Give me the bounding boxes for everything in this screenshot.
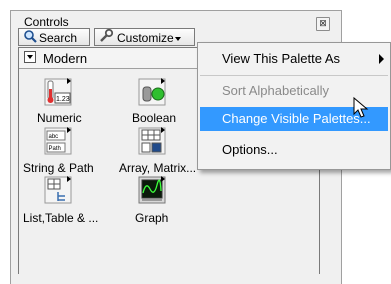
palette-label-numeric: Numeric — [37, 111, 82, 125]
palette-label-array-matrix: Array, Matrix... — [119, 161, 197, 175]
window-title: Controls — [24, 15, 69, 29]
wrench-icon — [99, 29, 115, 48]
list-table-icon[interactable] — [43, 175, 73, 205]
palette-grid: 1.23 Numeric Boolean abc Path String & P… — [23, 72, 196, 274]
menu-separator — [200, 75, 388, 76]
palette-label-boolean: Boolean — [132, 111, 177, 125]
collapse-toggle-icon[interactable] — [24, 51, 36, 63]
graph-icon[interactable] — [137, 175, 167, 205]
menu-item-label: View This Palette As — [222, 51, 341, 66]
submenu-arrow-icon — [379, 54, 384, 64]
string-path-icon[interactable]: abc Path — [43, 126, 73, 156]
svg-text:1.23: 1.23 — [56, 96, 70, 103]
search-button[interactable]: Search — [18, 28, 90, 46]
svg-text:abc: abc — [49, 134, 59, 140]
palette-label-list-table: List,Table & ... — [23, 211, 99, 225]
palette-label-string-path: String & Path — [23, 161, 94, 175]
mouse-pointer-icon — [351, 96, 375, 120]
palette-label-graph: Graph — [135, 211, 169, 225]
search-label: Search — [39, 31, 78, 45]
menu-item-label: Change Visible Palettes... — [222, 111, 371, 126]
menu-item-label: Options... — [222, 142, 278, 157]
array-matrix-icon[interactable] — [137, 126, 167, 156]
magnifier-icon — [23, 29, 37, 48]
svg-text:Path: Path — [49, 146, 61, 152]
category-label: Modern — [43, 51, 88, 66]
menu-item-view-this-palette-as[interactable]: View This Palette As — [200, 47, 388, 71]
menu-item-options[interactable]: Options... — [200, 138, 388, 162]
customize-button[interactable]: Customize — [94, 28, 195, 46]
close-button[interactable]: ⊠ — [316, 17, 330, 31]
customize-dropdown-icon — [174, 36, 181, 41]
numeric-icon[interactable]: 1.23 — [43, 77, 73, 107]
menu-item-label: Sort Alphabetically — [222, 83, 329, 98]
customize-label: Customize — [117, 31, 174, 45]
boolean-icon[interactable] — [137, 77, 167, 107]
